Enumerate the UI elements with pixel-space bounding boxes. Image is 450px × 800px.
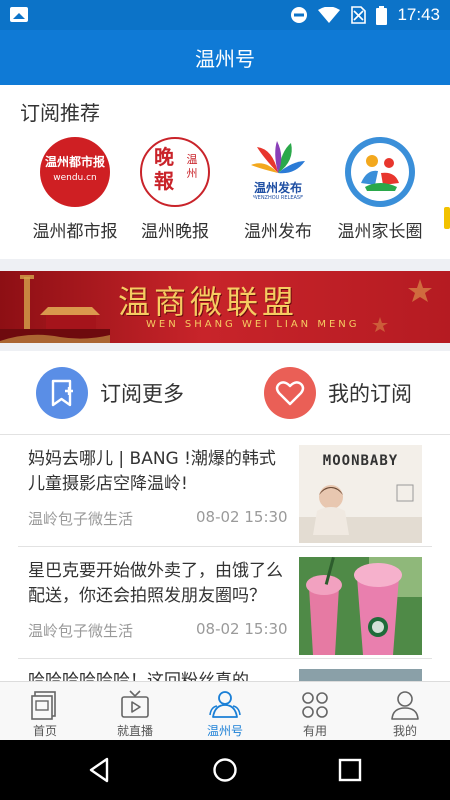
starbucks-drinks-photo bbox=[299, 557, 422, 655]
nav-label: 就直播 bbox=[116, 724, 153, 738]
rec-item-wenzhou-fabu[interactable]: 温州发布 WENZHOU RELEASE 温州发布 bbox=[230, 137, 326, 242]
page-title: 温州号 bbox=[195, 47, 255, 71]
news-title: 星巴克要开始做外卖了，由饿了么配送，你还会拍照发朋友圈吗？ bbox=[28, 561, 283, 606]
section-divider bbox=[0, 343, 450, 351]
subscription-actions: 订阅更多 我的订阅 bbox=[0, 351, 450, 435]
no-sim-icon bbox=[351, 6, 367, 24]
subscribe-more-label: 订阅更多 bbox=[100, 382, 184, 406]
wenzhou-jiazhangquan-logo bbox=[345, 137, 415, 207]
back-icon[interactable] bbox=[85, 755, 115, 785]
news-time: 08-02 15:30 bbox=[196, 620, 288, 638]
nav-item-useful[interactable]: 有用 bbox=[270, 682, 360, 741]
logo-text: 温州发布 bbox=[253, 181, 302, 195]
news-item[interactable]: 哈哈哈哈哈哈！这回粉丝真的 bbox=[0, 659, 450, 681]
banner-title: 温商微联盟 bbox=[118, 283, 299, 321]
status-icons: 17:43 bbox=[290, 5, 440, 25]
people-icon bbox=[209, 691, 241, 718]
family-icon bbox=[361, 155, 399, 191]
wenzhou-wanbao-logo: 晚報 温州 bbox=[140, 137, 210, 207]
subscribe-recommendations: 订阅推荐 温州都市报 wendu.cn 温州都市报 晚報 温州 温州晚报 温州发… bbox=[0, 85, 450, 259]
news-thumbnail: MOONBABY bbox=[299, 445, 422, 543]
battery-icon bbox=[376, 5, 388, 25]
rec-item-wenzhou-wanbao[interactable]: 晚報 温州 温州晚报 bbox=[127, 137, 223, 242]
logo-side-text: 温州 bbox=[186, 153, 198, 180]
logo-subtext: WENZHOU RELEASE bbox=[252, 195, 304, 201]
grid-icon bbox=[302, 692, 328, 718]
bottom-navigation: 首页 就直播 温州号 有用 我的 bbox=[0, 681, 450, 740]
person-icon bbox=[391, 691, 419, 720]
logo-text: 温州都市报 bbox=[44, 155, 105, 169]
baby-photo bbox=[299, 484, 422, 543]
news-time: 08-02 15:30 bbox=[196, 508, 288, 526]
my-subscriptions-label: 我的订阅 bbox=[328, 382, 412, 406]
nav-item-home[interactable]: 首页 bbox=[0, 682, 90, 741]
wenzhou-fabu-logo: 温州发布 WENZHOU RELEASE bbox=[243, 137, 313, 207]
rec-item-label: 温州家长圈 bbox=[337, 222, 423, 242]
my-subscriptions-button[interactable]: 我的订阅 bbox=[264, 366, 412, 420]
tv-play-icon bbox=[121, 690, 149, 718]
home-icon[interactable] bbox=[210, 755, 240, 785]
nav-label: 有用 bbox=[302, 724, 327, 738]
logo-subtext: wendu.cn bbox=[53, 173, 97, 183]
logo-text: 晚報 bbox=[154, 145, 174, 193]
image-notification-icon bbox=[10, 7, 28, 22]
recommendation-list[interactable]: 温州都市报 wendu.cn 温州都市报 晚報 温州 温州晚报 温州发布 WEN… bbox=[0, 137, 450, 252]
recents-icon[interactable] bbox=[335, 755, 365, 785]
nav-label: 首页 bbox=[32, 724, 57, 738]
nav-label: 温州号 bbox=[206, 724, 243, 738]
news-title: 妈妈去哪儿 | BANG !潮爆的韩式儿童摄影店空降温岭! bbox=[28, 449, 276, 494]
nav-item-mine[interactable]: 我的 bbox=[360, 682, 450, 741]
rec-item-wenzhou-jiazhangquan[interactable]: 温州家长圈 bbox=[332, 137, 428, 242]
rec-item-label: 温州都市报 bbox=[32, 222, 118, 242]
rec-item-wenzhou-dushibao[interactable]: 温州都市报 wendu.cn 温州都市报 bbox=[27, 137, 123, 242]
news-source: 温岭包子微生活 bbox=[28, 622, 134, 640]
rec-item-label: 温州晚报 bbox=[141, 222, 209, 242]
wifi-icon bbox=[318, 6, 341, 23]
news-item[interactable]: 妈妈去哪儿 | BANG !潮爆的韩式儿童摄影店空降温岭! 温岭包子微生活 08… bbox=[0, 435, 450, 547]
rec-item-label: 温州发布 bbox=[244, 222, 312, 242]
subscribe-more-button[interactable]: 订阅更多 bbox=[36, 366, 184, 420]
news-title: 哈哈哈哈哈哈！这回粉丝真的 bbox=[28, 671, 249, 681]
news-item[interactable]: 星巴克要开始做外卖了，由饿了么配送，你还会拍照发朋友圈吗？ 温岭包子微生活 08… bbox=[0, 547, 450, 659]
system-navigation-bar bbox=[0, 740, 450, 800]
news-thumbnail bbox=[299, 669, 422, 681]
news-source: 温岭包子微生活 bbox=[28, 510, 134, 528]
news-thumbnail bbox=[299, 557, 422, 655]
dnd-icon bbox=[291, 7, 308, 23]
nav-label: 我的 bbox=[392, 724, 417, 738]
bookmark-plus-icon bbox=[36, 367, 88, 419]
tiananmen-illustration bbox=[0, 275, 110, 343]
heart-icon bbox=[264, 367, 316, 419]
star-decoration bbox=[372, 279, 432, 332]
nav-item-wenzhouhao[interactable]: 温州号 bbox=[180, 682, 270, 741]
promo-banner[interactable]: 温商微联盟 WEN SHANG WEI LIAN MENG bbox=[0, 271, 450, 343]
wenzhou-dushibao-logo: 温州都市报 wendu.cn bbox=[40, 137, 110, 207]
leaf-icon bbox=[251, 141, 305, 174]
clock-time: 17:43 bbox=[397, 5, 440, 24]
section-title: 订阅推荐 bbox=[20, 101, 100, 125]
nav-item-live[interactable]: 就直播 bbox=[90, 682, 180, 741]
section-divider bbox=[0, 259, 450, 271]
banner-subtitle: WEN SHANG WEI LIAN MENG bbox=[146, 319, 360, 330]
app-header: 温州号 bbox=[0, 30, 450, 85]
newspaper-icon bbox=[31, 691, 56, 720]
next-item-peek bbox=[444, 207, 450, 229]
status-bar: 17:43 bbox=[0, 0, 450, 30]
